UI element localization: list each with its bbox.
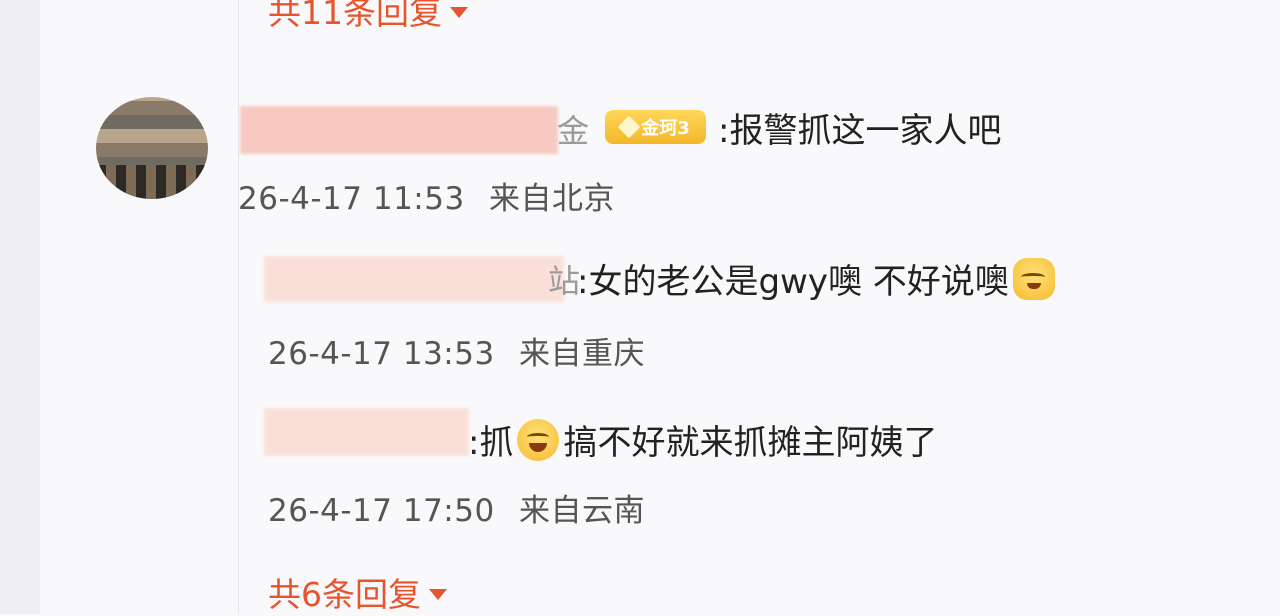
reply-1-text-body: :女的老公是gwy噢 不好说噢: [577, 262, 1009, 302]
reply-1-text: :女的老公是gwy噢 不好说噢: [577, 254, 1059, 303]
expand-replies-bottom-label: 共6条回复: [268, 575, 421, 614]
reply-1-location: 来自重庆: [519, 336, 646, 372]
thread-divider-line: [238, 0, 239, 614]
blurred-username-reply-1[interactable]: [264, 256, 564, 302]
laugh-cry-emoji-icon: [517, 418, 560, 461]
blurred-username-reply-2[interactable]: [264, 408, 469, 456]
reply-2-location: 来自云南: [519, 493, 646, 529]
avatar[interactable]: [96, 97, 208, 199]
reply-1-meta: 26-4-17 13:53 来自重庆: [268, 328, 645, 373]
main-comment-text: :报警抓这一家人吧: [718, 111, 1002, 151]
reply-2-time: 26-4-17 17:50: [268, 493, 495, 529]
username-tail-main: 金: [557, 112, 590, 150]
reply-2-text-start: :抓: [468, 423, 514, 463]
expand-replies-top-button[interactable]: 共11条回复: [268, 0, 468, 34]
left-border: [0, 0, 40, 614]
main-comment-time: 26-4-17 11:53: [238, 181, 465, 217]
expand-replies-top-label: 共11条回复: [268, 0, 442, 32]
main-comment-location: 来自北京: [489, 181, 616, 217]
username-tail-reply-1: 站: [548, 262, 581, 300]
member-badge[interactable]: 金珂3: [605, 110, 706, 144]
reply-2-text: :抓 搞不好就来抓摊主阿姨了: [468, 415, 937, 464]
chevron-down-icon: [429, 588, 447, 600]
reply-1-time: 26-4-17 13:53: [268, 336, 495, 372]
doge-cat-emoji-icon: [1012, 257, 1055, 300]
chevron-down-icon: [450, 6, 468, 18]
reply-2-meta: 26-4-17 17:50 来自云南: [268, 485, 645, 530]
blurred-username-main[interactable]: [240, 106, 558, 154]
reply-2-text-end: 搞不好就来抓摊主阿姨了: [563, 423, 938, 463]
main-comment-meta: 26-4-17 11:53 来自北京: [238, 173, 615, 218]
comment-thread-page: 共11条回复 金 金珂3 :报警抓这一家人吧 26-4-17 11:53 来自北…: [0, 0, 1280, 614]
member-badge-label: 金珂3: [641, 118, 690, 139]
badge-icon: [617, 115, 641, 139]
expand-replies-bottom-button[interactable]: 共6条回复: [268, 568, 447, 616]
